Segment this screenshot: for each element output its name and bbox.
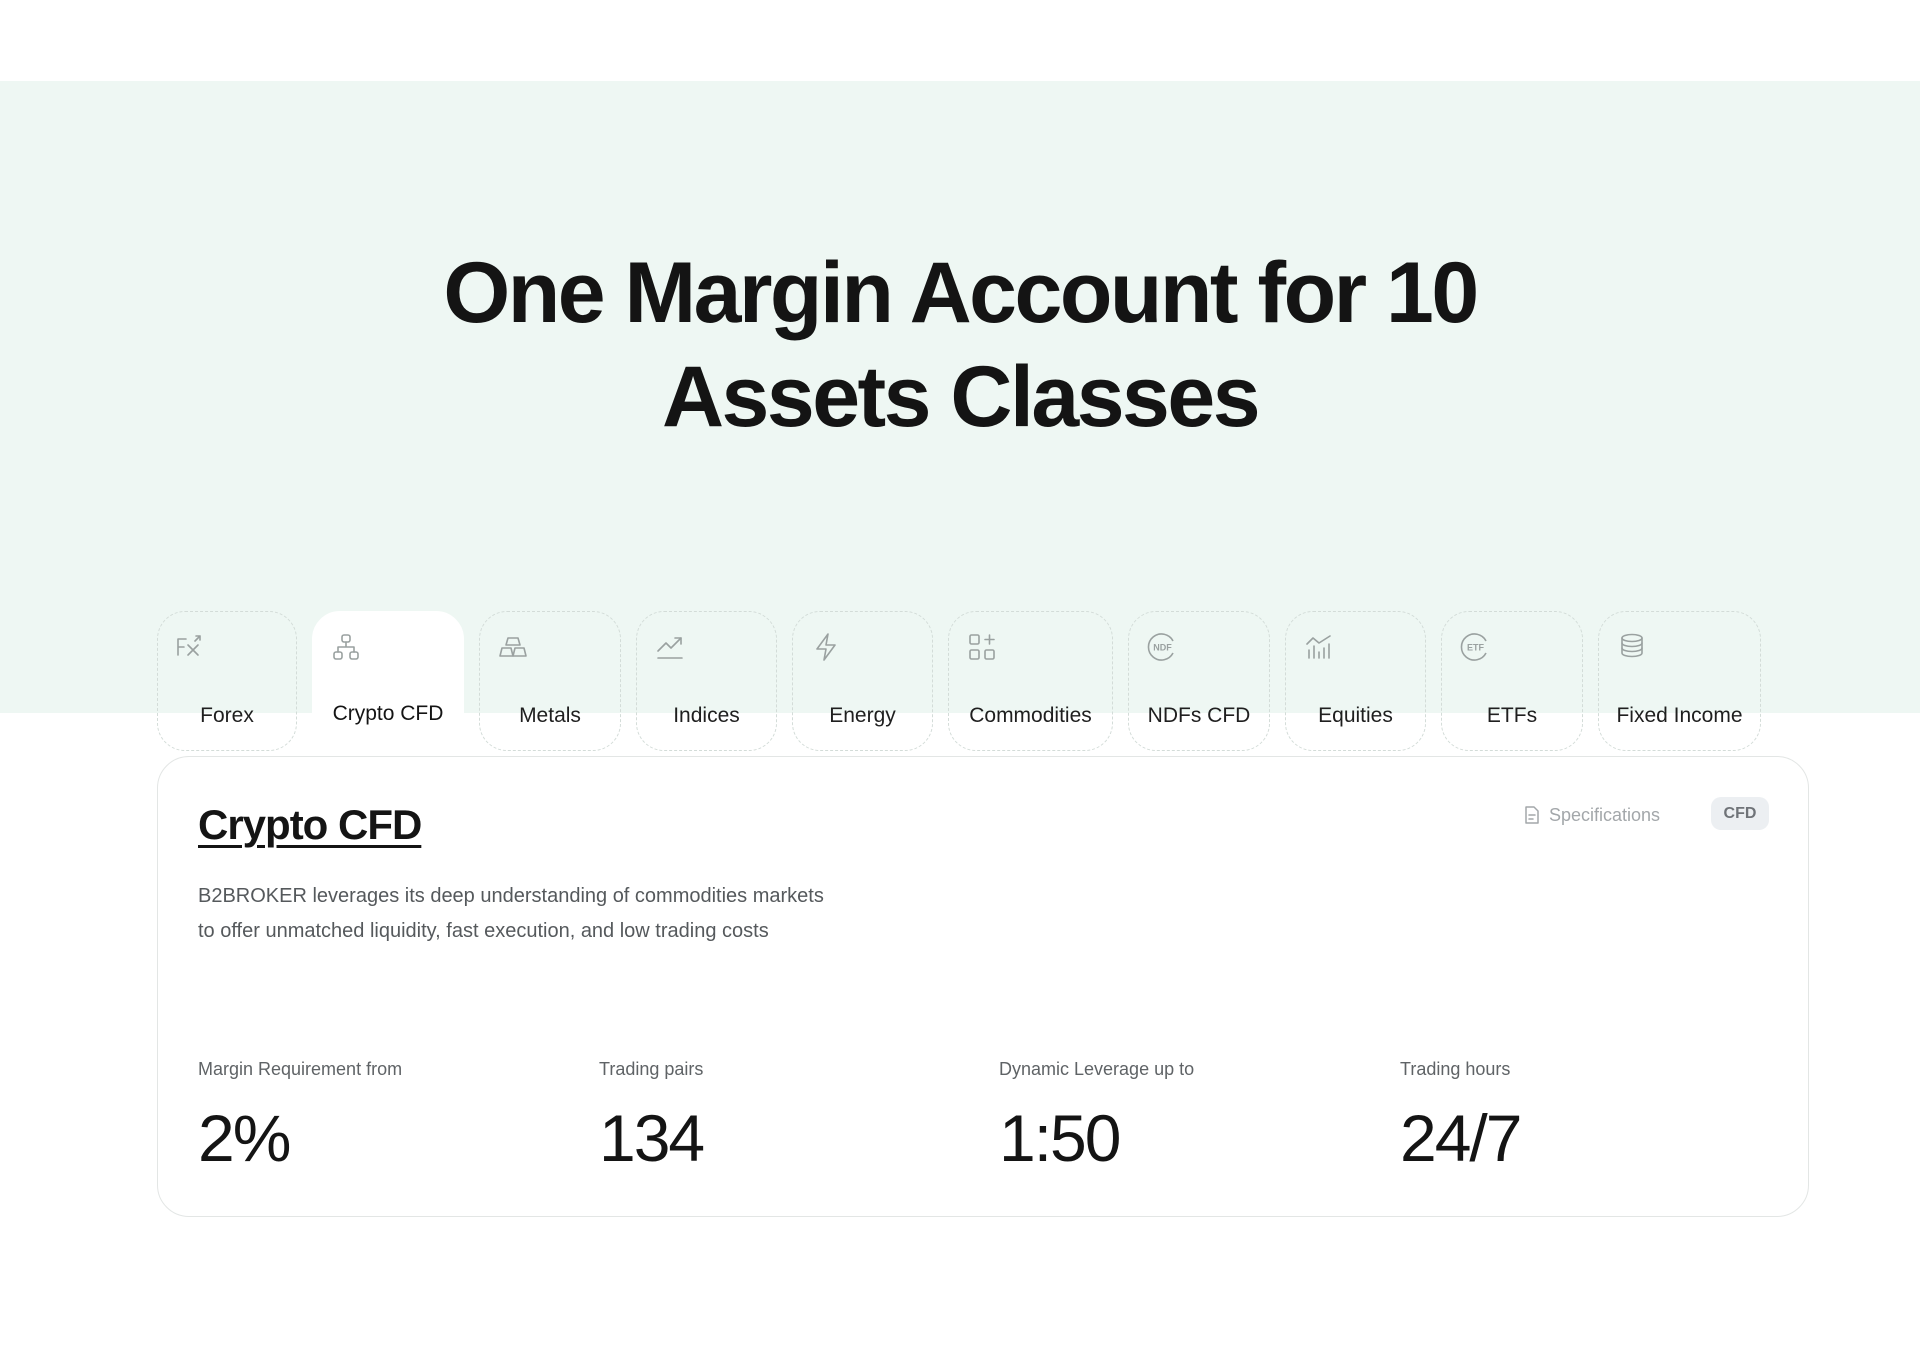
tab-energy[interactable]: Energy — [792, 611, 933, 751]
stat-label: Dynamic Leverage up to — [999, 1059, 1195, 1079]
tab-commodities[interactable]: Commodities — [948, 611, 1113, 751]
tab-indices[interactable]: Indices — [636, 611, 777, 751]
stat-value: 24/7 — [1400, 1101, 1522, 1175]
grid-plus-icon — [969, 634, 995, 660]
stat-label: Trading pairs — [599, 1059, 704, 1079]
instrument-type-badge: CFD — [1711, 797, 1769, 830]
svg-text:ETF: ETF — [1467, 643, 1485, 653]
tab-ndfs-cfd[interactable]: NDF NDFs CFD — [1128, 611, 1270, 751]
stat-value: 134 — [599, 1101, 705, 1175]
fx-icon — [177, 635, 201, 656]
tab-label: ETFs — [1486, 704, 1538, 727]
asset-title-link[interactable]: Crypto CFD — [198, 801, 422, 849]
svg-text:NDF: NDF — [1153, 643, 1172, 653]
stat-trading-hours: Trading hours 24/7 — [1400, 1057, 1760, 1177]
gold-bars-icon — [499, 637, 527, 657]
tab-label: Crypto CFD — [332, 702, 444, 725]
lightning-icon — [816, 633, 836, 661]
tab-metals[interactable]: Metals — [479, 611, 621, 751]
coin-stack-icon — [1621, 633, 1643, 658]
tab-fixed-income[interactable]: Fixed Income — [1598, 611, 1761, 751]
tab-label: Metals — [519, 704, 581, 727]
document-icon — [1525, 806, 1539, 824]
tab-equities[interactable]: Equities — [1285, 611, 1426, 751]
tab-etfs[interactable]: ETF ETFs — [1441, 611, 1583, 751]
tab-label: Indices — [673, 704, 740, 727]
hero-section: One Margin Account for 10 Assets Classes… — [0, 81, 1920, 751]
stat-label: Margin Requirement from — [198, 1059, 403, 1079]
stat-dynamic-leverage: Dynamic Leverage up to 1:50 — [999, 1057, 1359, 1177]
tab-label: Equities — [1318, 704, 1393, 727]
tab-label: Forex — [200, 704, 254, 727]
asset-description: B2BROKER leverages its deep understandin… — [198, 885, 824, 942]
tab-forex[interactable]: Forex — [157, 611, 297, 751]
page-title: One Margin Account for 10 Assets Classes — [0, 241, 1920, 449]
page-title-line-1: One Margin Account for 10 — [443, 245, 1479, 341]
tab-crypto-cfd[interactable]: Crypto CFD — [312, 611, 464, 751]
stat-margin-requirement: Margin Requirement from 2% — [198, 1057, 558, 1177]
asset-detail-card: Crypto CFD Specifications CFD B2BROKER l… — [157, 756, 1809, 1217]
stat-value: 2% — [198, 1101, 291, 1175]
stat-value: 1:50 — [999, 1101, 1121, 1175]
chart-bars-icon — [1306, 635, 1331, 659]
crypto-network-icon — [333, 634, 359, 660]
specifications-label: Specifications — [1549, 804, 1661, 825]
tab-label: Fixed Income — [1616, 704, 1743, 727]
trending-up-icon — [657, 637, 683, 659]
etf-coin-icon: ETF — [1460, 633, 1487, 661]
tab-label: NDFs CFD — [1147, 704, 1251, 727]
specifications-link[interactable]: Specifications — [1523, 801, 1660, 829]
stat-label: Trading hours — [1400, 1059, 1511, 1079]
ndf-coin-icon: NDF — [1147, 633, 1174, 661]
tab-label: Commodities — [969, 704, 1092, 727]
stat-trading-pairs: Trading pairs 134 — [599, 1057, 959, 1177]
page-title-line-2: Assets Classes — [661, 349, 1261, 445]
tab-label: Energy — [829, 704, 896, 727]
